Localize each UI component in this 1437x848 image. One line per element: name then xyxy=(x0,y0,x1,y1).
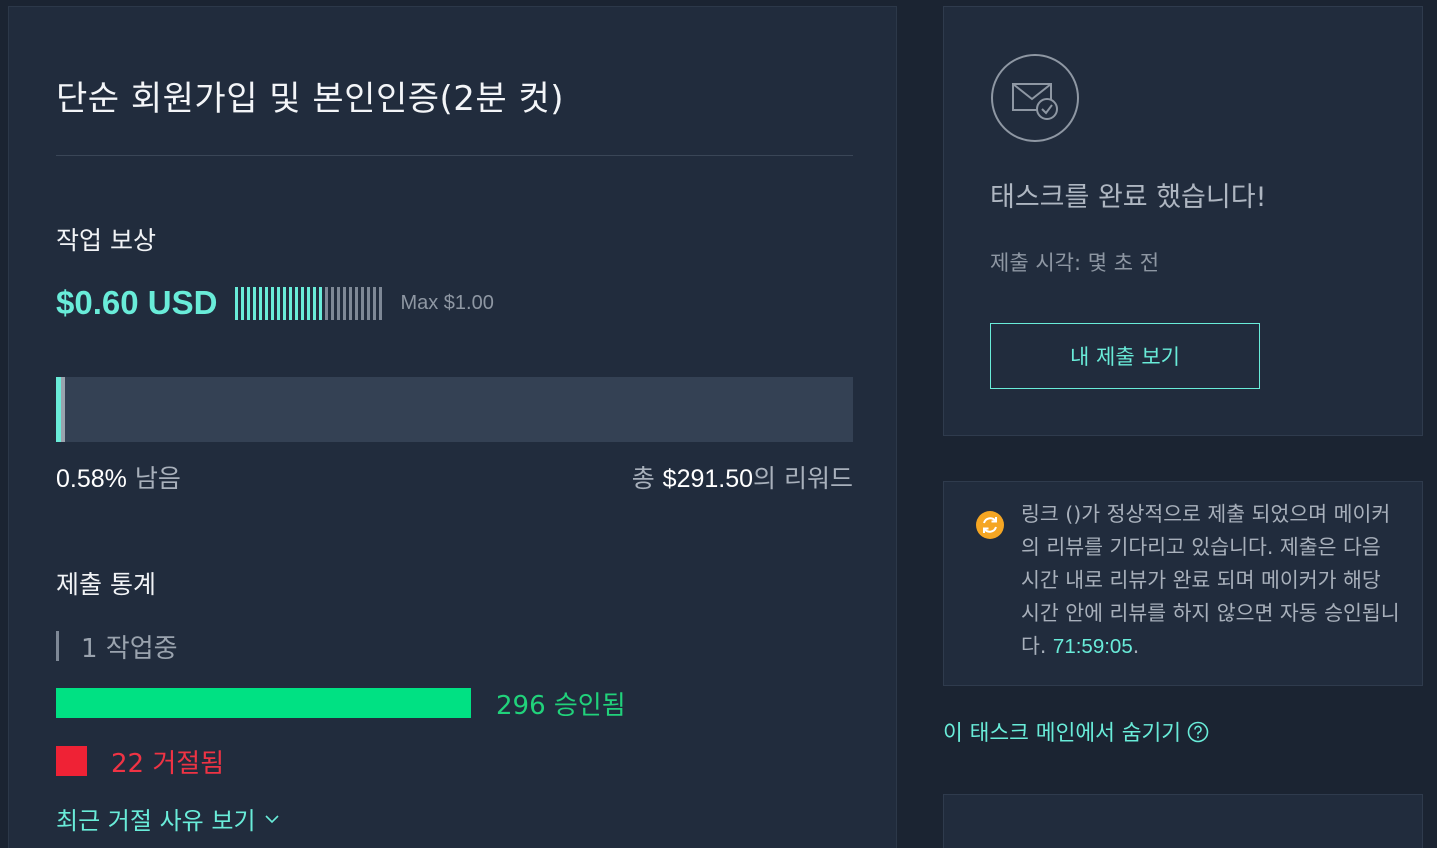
budget-progress-track xyxy=(56,377,853,442)
hide-task-label: 이 태스크 메인에서 숨기기 xyxy=(943,721,1182,746)
reward-level-tick xyxy=(313,286,317,320)
view-my-submission-button[interactable]: 내 제출 보기 xyxy=(990,323,1260,389)
remaining-suffix: 남음 xyxy=(134,464,181,493)
stats-section-label: 제출 통계 xyxy=(56,570,156,599)
reward-level-tick xyxy=(253,286,257,320)
sync-icon xyxy=(976,511,1004,539)
remaining-info: 0.58% 남음 xyxy=(56,459,181,495)
rejected-bar xyxy=(56,746,87,776)
chevron-down-icon xyxy=(264,814,279,823)
help-icon[interactable] xyxy=(1187,721,1209,743)
total-reward-info: 총 $291.50의 리워드 xyxy=(632,459,853,495)
recent-rejection-reasons-link[interactable]: 최근 거절 사유 보기 xyxy=(56,801,280,836)
reward-level-tick xyxy=(271,286,275,320)
budget-progress-fill xyxy=(56,377,65,442)
reward-level-tick xyxy=(241,286,245,320)
notice-end: . xyxy=(1132,634,1140,658)
hide-task-link[interactable]: 이 태스크 메인에서 숨기기 xyxy=(943,716,1209,747)
reward-level-tick xyxy=(373,286,377,320)
approved-bar xyxy=(56,688,471,718)
reward-amount: $0.60 USD xyxy=(56,284,218,321)
reward-level-tick xyxy=(367,286,371,320)
in-progress-row: 1 작업중 xyxy=(56,629,178,664)
reward-level-tick xyxy=(235,286,239,320)
remaining-percent: 0.58% xyxy=(56,465,127,493)
task-detail-panel: 단순 회원가입 및 본인인증(2분 컷) 작업 보상 $0.60 USD Max… xyxy=(8,6,897,848)
next-card xyxy=(943,794,1423,848)
total-prefix: 총 xyxy=(631,464,655,493)
total-value: $291.50 xyxy=(662,465,754,493)
reward-level-tick xyxy=(343,286,347,320)
reward-section-label: 작업 보상 xyxy=(56,226,156,255)
reward-max: Max $1.00 xyxy=(400,291,494,314)
reward-level-tick xyxy=(355,286,359,320)
approved-row: 296 승인됨 xyxy=(56,687,626,721)
reward-row: $0.60 USD Max $1.00 xyxy=(56,283,494,323)
reward-level-tick xyxy=(349,286,353,320)
rejected-label: 22 거절됨 xyxy=(111,748,225,779)
review-notice-text: 링크 ()가 정상적으로 제출 되었으며 메이커의 리뷰를 기다리고 있습니다.… xyxy=(1021,498,1401,663)
page: 단순 회원가입 및 본인인증(2분 컷) 작업 보상 $0.60 USD Max… xyxy=(0,0,1437,848)
reward-level-tick xyxy=(337,286,341,320)
complete-title: 태스크를 완료 했습니다! xyxy=(990,182,1267,213)
total-suffix: 의 리워드 xyxy=(753,464,853,493)
reward-level-tick xyxy=(379,286,383,320)
reward-level-tick xyxy=(283,286,287,320)
auto-approve-timer: 71:59:05 xyxy=(1052,635,1133,658)
mail-check-icon xyxy=(991,54,1079,142)
reward-level-tick xyxy=(361,286,365,320)
task-complete-card: 태스크를 완료 했습니다! 제출 시각: 몇 초 전 내 제출 보기 xyxy=(943,6,1423,436)
reward-level-tick xyxy=(265,286,269,320)
reward-level-tick xyxy=(319,286,323,320)
reward-level-tick xyxy=(307,286,311,320)
reasons-link-label: 최근 거절 사유 보기 xyxy=(56,807,256,835)
title-divider xyxy=(56,155,853,156)
submit-time: 제출 시각: 몇 초 전 xyxy=(990,251,1160,275)
reward-level-tick xyxy=(295,286,299,320)
review-notice-card: 링크 ()가 정상적으로 제출 되었으며 메이커의 리뷰를 기다리고 있습니다.… xyxy=(943,481,1423,686)
reward-level-tick xyxy=(301,286,305,320)
task-title: 단순 회원가입 및 본인인증(2분 컷) xyxy=(56,79,565,119)
reward-level-tick xyxy=(331,286,335,320)
reward-level-ticks xyxy=(235,286,383,320)
in-progress-label: 1 작업중 xyxy=(81,633,178,664)
rejected-row: 22 거절됨 xyxy=(56,745,225,779)
reward-level-tick xyxy=(289,286,293,320)
in-progress-bar xyxy=(56,631,59,661)
reward-level-tick xyxy=(259,286,263,320)
reward-level-tick xyxy=(325,286,329,320)
approved-label: 296 승인됨 xyxy=(496,690,626,721)
reward-level-tick xyxy=(247,286,251,320)
reward-level-tick xyxy=(277,286,281,320)
budget-remaining-row: 0.58% 남음 총 $291.50의 리워드 xyxy=(56,459,853,499)
